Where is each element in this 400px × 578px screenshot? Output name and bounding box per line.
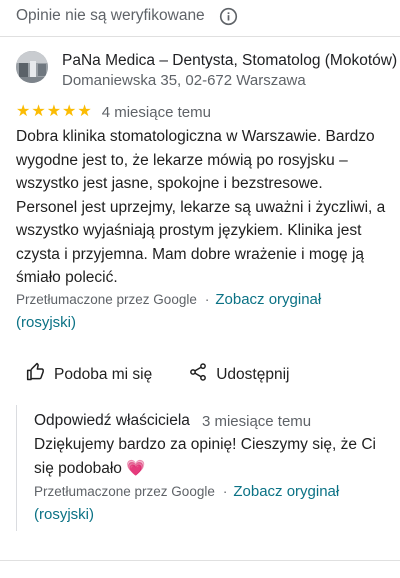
info-icon[interactable]: [219, 6, 239, 26]
review-actions: Podoba mi się Udostępnij: [26, 362, 289, 387]
heart-icon: 💗: [126, 460, 146, 477]
review-rating-row: ★ ★ ★ ★ ★ 4 miesiące temu: [16, 103, 211, 121]
top-divider: [0, 36, 400, 37]
share-label: Udostępnij: [216, 365, 290, 383]
separator-dot: ·: [204, 292, 210, 307]
like-label: Podoba mi się: [54, 365, 153, 383]
owner-reply: Odpowiedź właściciela 3 miesiące temu Dz…: [16, 405, 400, 531]
owner-reply-title: Odpowiedź właściciela: [34, 412, 190, 429]
share-icon: [188, 362, 208, 387]
unverified-notice: Opinie nie są weryfikowane: [16, 5, 239, 27]
owner-reply-header: Odpowiedź właściciela 3 miesiące temu: [34, 412, 311, 430]
star-icon: ★: [77, 103, 92, 120]
bottom-divider: [0, 560, 400, 561]
star-icon: ★: [62, 103, 77, 120]
review-text: Dobra klinika stomatologiczna w Warszawi…: [16, 128, 386, 286]
owner-reply-message: Dziękujemy bardzo za opinię! Cieszymy si…: [34, 436, 376, 477]
like-button[interactable]: Podoba mi się: [26, 362, 152, 387]
business-name[interactable]: PaNa Medica – Dentysta, Stomatolog (Moko…: [62, 52, 400, 70]
star-rating: ★ ★ ★ ★ ★: [16, 103, 93, 121]
star-icon: ★: [16, 103, 31, 120]
unverified-notice-text: Opinie nie są weryfikowane: [16, 7, 205, 24]
translated-by-label: Przetłumaczone przez Google: [34, 484, 215, 499]
owner-reply-time: 3 miesiące temu: [201, 412, 312, 430]
star-icon: ★: [46, 103, 62, 120]
translated-by-label: Przetłumaczone przez Google: [16, 292, 197, 307]
share-button[interactable]: Udostępnij: [188, 362, 289, 387]
star-icon: ★: [31, 103, 46, 120]
owner-reply-text: Dziękujemy bardzo za opinię! Cieszymy si…: [34, 433, 379, 481]
business-address: Domaniewska 35, 02-672 Warszawa: [62, 72, 306, 89]
separator-dot: ·: [222, 484, 228, 499]
owner-reply-translation-info: Przetłumaczone przez Google · Zobacz orygi…: [34, 480, 364, 526]
review-time: 4 miesiące temu: [101, 103, 211, 121]
business-avatar[interactable]: [16, 51, 48, 83]
thumbs-up-icon: [26, 362, 46, 387]
review-translation-info: Przetłumaczone przez Google · Zobacz orygi…: [16, 288, 376, 334]
